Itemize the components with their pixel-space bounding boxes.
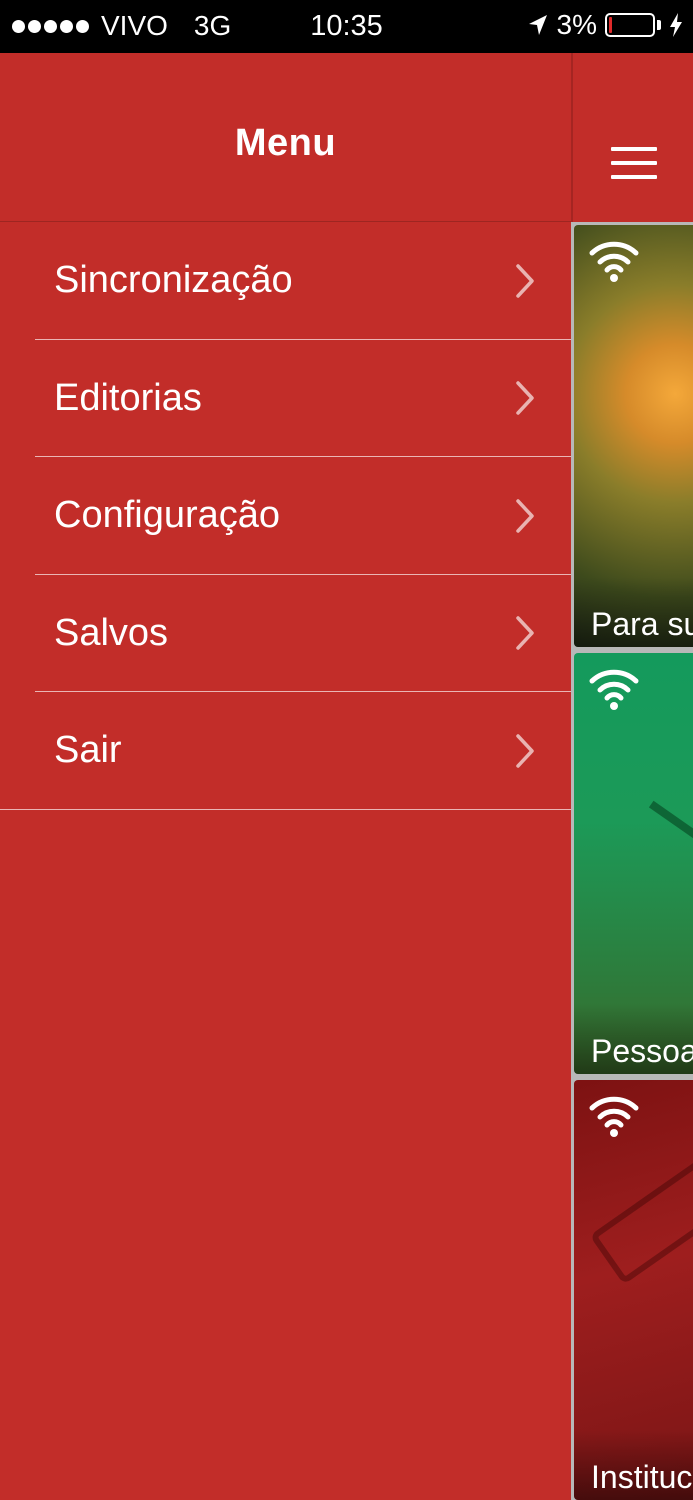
side-drawer: Menu Sincronização Editorias Configuraçã… <box>0 53 571 1500</box>
menu-item-salvos[interactable]: Salvos <box>0 575 571 693</box>
battery-percentage: 3% <box>556 9 597 40</box>
menu-item-label: Sair <box>54 729 122 772</box>
drawer-title: Menu <box>234 121 337 164</box>
battery-icon <box>605 13 655 37</box>
hamburger-icon[interactable] <box>611 147 657 181</box>
menu-item-label: Salvos <box>54 611 169 654</box>
menu-item-sincronizacao[interactable]: Sincronização <box>0 222 571 340</box>
chevron-right-icon <box>516 734 534 768</box>
drawer-header: Menu <box>0 53 571 222</box>
wifi-icon <box>589 1096 639 1137</box>
card-title: Para su <box>591 606 693 642</box>
chevron-right-icon <box>516 381 534 415</box>
status-right: 3% <box>527 9 683 41</box>
wifi-icon <box>589 241 639 282</box>
content-card[interactable]: Para su <box>574 225 693 647</box>
menu-item-configuracao[interactable]: Configuração <box>0 457 571 575</box>
content-card[interactable]: Pessoa <box>574 653 693 1074</box>
location-arrow-icon <box>528 15 547 35</box>
card-title: Pessoa <box>591 1033 693 1069</box>
menu-list: Sincronização Editorias Configuração Sal… <box>0 222 571 810</box>
chevron-right-icon <box>516 264 534 298</box>
chevron-right-icon <box>516 499 534 533</box>
chevron-right-icon <box>516 616 534 650</box>
card-image-detail <box>589 1155 693 1285</box>
content-card[interactable]: Instituc <box>574 1080 693 1500</box>
menu-item-label: Editorias <box>54 376 202 419</box>
battery-nub <box>657 20 661 30</box>
card-title: Instituc <box>591 1459 693 1495</box>
main-content: Para su Pessoa Instituc <box>571 53 693 1500</box>
main-header <box>571 53 693 222</box>
menu-item-label: Configuração <box>54 494 281 537</box>
card-image-detail <box>648 800 693 854</box>
menu-item-editorias[interactable]: Editorias <box>0 340 571 458</box>
wifi-icon <box>589 669 639 710</box>
charging-bolt-icon <box>670 13 682 37</box>
menu-item-sair[interactable]: Sair <box>0 692 571 810</box>
menu-item-label: Sincronização <box>54 259 293 302</box>
status-bar: VIVO 3G 10:35 3% <box>0 0 693 53</box>
